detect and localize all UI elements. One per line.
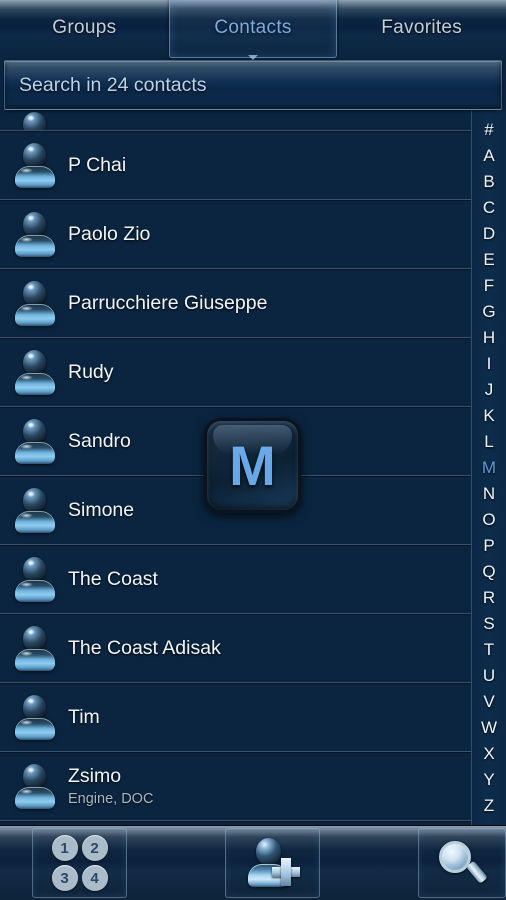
table-row[interactable]: The Coast xyxy=(0,545,471,614)
scrubber-letter-l[interactable]: L xyxy=(472,428,506,454)
dialpad-key-1: 1 xyxy=(51,835,78,861)
scrubber-letter-r[interactable]: R xyxy=(472,585,506,611)
contact-name-block: Sandro xyxy=(68,430,131,453)
add-contact-button[interactable] xyxy=(225,826,321,900)
contact-subtitle: Engine, DOC xyxy=(68,791,154,807)
contact-avatar-icon xyxy=(14,141,56,189)
scrubber-letter-k[interactable]: K xyxy=(472,402,506,428)
contact-name: The Coast xyxy=(68,567,158,590)
tab-contacts[interactable]: Contacts xyxy=(168,0,338,58)
contact-avatar-icon xyxy=(14,486,56,534)
list-item-partial[interactable] xyxy=(0,110,471,131)
scrubber-letter-d[interactable]: D xyxy=(472,220,506,246)
dialpad-button[interactable]: 1 2 3 4 xyxy=(32,826,128,900)
contact-name-block: Tim xyxy=(68,706,100,729)
contact-name-block: The Coast xyxy=(68,568,158,591)
scrubber-letter-h[interactable]: H xyxy=(472,324,506,350)
contact-name: Rudy xyxy=(68,360,114,383)
scrubber-letter-u[interactable]: U xyxy=(472,663,506,689)
search-input[interactable]: Search in 24 contacts xyxy=(4,60,502,110)
contacts-app: Groups Contacts Favorites Search in 24 c… xyxy=(0,0,506,900)
dialpad-key-2: 2 xyxy=(81,835,108,861)
contact-name: P Chai xyxy=(68,153,127,176)
scrubber-letter-o[interactable]: O xyxy=(472,507,506,533)
scrubber-letter-m[interactable]: M xyxy=(472,454,506,480)
tab-favorites-label: Favorites xyxy=(381,17,463,38)
contact-avatar-icon xyxy=(14,279,56,327)
scrubber-letter-b[interactable]: B xyxy=(472,168,506,194)
search-placeholder: Search in 24 contacts xyxy=(19,73,207,96)
scrubber-letter-c[interactable]: C xyxy=(472,194,506,220)
overlay-letter: M xyxy=(229,433,276,497)
scrubber-letter-e[interactable]: E xyxy=(472,246,506,272)
table-row[interactable]: Tim xyxy=(0,683,471,752)
contact-avatar-icon xyxy=(14,348,56,396)
dialpad-icon: 1 2 3 4 xyxy=(51,835,108,891)
contact-name-block: The Coast Adisak xyxy=(68,637,221,660)
table-row[interactable]: Rudy xyxy=(0,338,471,407)
table-row[interactable]: P Chai xyxy=(0,131,471,200)
contact-name-block: Rudy xyxy=(68,361,114,384)
scrubber-letter-p[interactable]: P xyxy=(472,533,506,559)
contact-name-block: Paolo Zio xyxy=(68,223,150,246)
scrubber-letter-q[interactable]: Q xyxy=(472,559,506,585)
contact-name-block: P Chai xyxy=(68,154,126,177)
tab-favorites[interactable]: Favorites xyxy=(337,0,506,56)
scrubber-letter-x[interactable]: X xyxy=(472,741,506,767)
scrubber-letter-n[interactable]: N xyxy=(472,481,506,507)
contact-avatar-icon xyxy=(14,762,56,810)
alphabet-index-scrubber[interactable]: # A B C D E F G H I J K L M N O P Q R S … xyxy=(471,110,506,825)
add-contact-icon xyxy=(246,838,300,888)
contact-name-block: Parrucchiere Giuseppe xyxy=(68,292,267,315)
contact-avatar-icon xyxy=(14,110,56,130)
table-row[interactable]: Paolo Zio xyxy=(0,200,471,269)
contact-avatar-icon xyxy=(14,555,56,603)
scrubber-letter-a[interactable]: A xyxy=(472,142,506,168)
scrubber-letter-i[interactable]: I xyxy=(472,350,506,376)
tab-groups[interactable]: Groups xyxy=(0,0,169,56)
contact-name: Tim xyxy=(68,705,100,728)
dialpad-key-4: 4 xyxy=(81,865,108,891)
scrubber-letter-s[interactable]: S xyxy=(472,611,506,637)
contact-name-block: Simone xyxy=(68,499,134,522)
contact-name: Parrucchiere Giuseppe xyxy=(68,291,268,314)
search-bar[interactable]: Search in 24 contacts xyxy=(4,60,502,110)
table-row[interactable]: The Coast Adisak xyxy=(0,614,471,683)
contact-name: Simone xyxy=(68,498,135,521)
scrubber-letter-f[interactable]: F xyxy=(472,272,506,298)
contact-name-block: Zsimo Engine, DOC xyxy=(68,765,153,807)
tab-contacts-label: Contacts xyxy=(214,17,292,38)
contact-name: The Coast Adisak xyxy=(68,636,221,659)
contact-avatar-icon xyxy=(14,624,56,672)
table-row[interactable]: Zsimo Engine, DOC xyxy=(0,752,471,821)
contact-avatar-icon xyxy=(14,417,56,465)
table-row[interactable]: Parrucchiere Giuseppe xyxy=(0,269,471,338)
search-button[interactable] xyxy=(418,826,506,900)
scrubber-letter-z[interactable]: Z xyxy=(472,793,506,819)
dialpad-key-3: 3 xyxy=(51,865,78,891)
scrubber-letter-j[interactable]: J xyxy=(472,376,506,402)
tab-groups-label: Groups xyxy=(52,17,117,38)
scrubber-letter-hash[interactable]: # xyxy=(472,116,506,142)
search-icon xyxy=(437,839,489,887)
contact-avatar-icon xyxy=(14,210,56,258)
tab-bar: Groups Contacts Favorites xyxy=(0,0,506,58)
scrubber-letter-v[interactable]: V xyxy=(472,689,506,715)
scrubber-letter-g[interactable]: G xyxy=(472,298,506,324)
contact-name: Paolo Zio xyxy=(68,222,151,245)
scrubber-letter-overlay: M xyxy=(204,418,301,513)
bottom-toolbar: 1 2 3 4 xyxy=(0,825,506,900)
contact-name: Zsimo xyxy=(68,765,122,787)
contact-avatar-icon xyxy=(14,693,56,741)
scrubber-letter-w[interactable]: W xyxy=(472,715,506,741)
scrubber-letter-t[interactable]: T xyxy=(472,637,506,663)
scrubber-letter-y[interactable]: Y xyxy=(472,767,506,793)
contact-name: Sandro xyxy=(68,429,131,452)
